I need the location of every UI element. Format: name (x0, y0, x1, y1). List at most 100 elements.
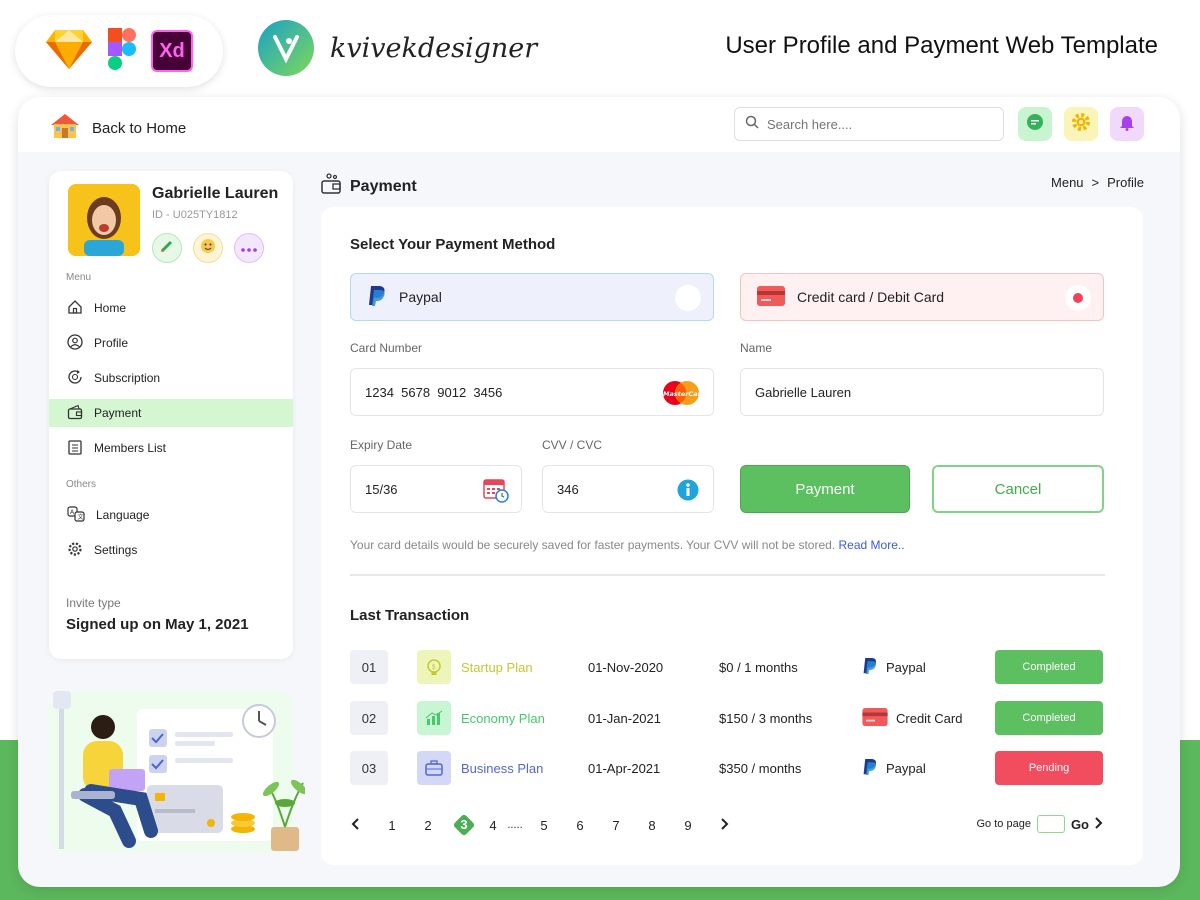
chevron-right-icon[interactable] (1095, 816, 1103, 832)
page-ellipsis: ..... (507, 819, 523, 831)
emoji-badge[interactable] (193, 233, 223, 263)
svg-text:$: $ (432, 663, 436, 671)
page-6[interactable]: 6 (562, 818, 598, 833)
breadcrumb-menu[interactable]: Menu (1051, 175, 1084, 190)
card-number-field[interactable]: MasterCard (350, 368, 714, 416)
page-3-label: 3 (460, 817, 468, 832)
sidebar: Gabrielle Lauren ID - U025TY1812 Menu Ho… (49, 171, 293, 659)
search-icon (745, 115, 759, 134)
card-radio[interactable] (1065, 285, 1091, 311)
startup-plan-icon: $ (417, 650, 451, 684)
brand-logo-icon (258, 20, 314, 76)
page-3-active[interactable]: 3 (446, 813, 482, 837)
plan-name: Startup Plan (461, 659, 533, 675)
smiley-icon (200, 238, 216, 259)
xd-icon: Xd (151, 30, 193, 72)
paypal-icon (862, 758, 878, 779)
credit-card-icon (757, 285, 785, 309)
security-note-text: Your card details would be securely save… (350, 538, 836, 552)
page-5[interactable]: 5 (526, 818, 562, 833)
go-button-label[interactable]: Go (1071, 817, 1089, 832)
sidebar-item-language[interactable]: A文 Language (49, 501, 293, 529)
sidebar-item-home[interactable]: Home (49, 294, 293, 322)
plan-name: Economy Plan (461, 710, 545, 726)
table-row[interactable]: 02 Economy Plan 01-Jan-2021 $150 / 3 mon… (350, 701, 1104, 735)
paypal-method-option[interactable]: Paypal (350, 273, 714, 321)
search-input[interactable] (767, 116, 987, 132)
paypal-label: Paypal (399, 289, 442, 305)
sidebar-item-subscription[interactable]: Subscription (49, 364, 293, 392)
top-bar: Back to Home (18, 97, 1180, 152)
pencil-icon (160, 239, 174, 258)
brand-name: kvivekdesigner (330, 32, 538, 64)
sidebar-item-members-list[interactable]: Members List (49, 434, 293, 462)
sidebar-item-label: Subscription (94, 371, 161, 385)
mastercard-logo-text: MasterCard (663, 390, 701, 398)
security-note: Your card details would be securely save… (350, 538, 905, 552)
method-label: Credit Card (896, 710, 963, 726)
pagination: 1 2 3 4 ..... 5 6 7 8 9 (350, 813, 730, 837)
home-icon (67, 299, 83, 318)
go-to-page-label: Go to page (976, 818, 1031, 830)
page-1[interactable]: 1 (374, 818, 410, 833)
sidebar-item-label: Payment (94, 406, 142, 420)
page-7[interactable]: 7 (598, 818, 634, 833)
sketch-icon (45, 28, 93, 75)
page-2[interactable]: 2 (410, 818, 446, 833)
paypal-radio[interactable] (675, 285, 701, 311)
transaction-method: Paypal (862, 650, 926, 684)
plan-name: Business Plan (461, 760, 544, 776)
radio-selected-dot (1073, 293, 1083, 303)
cancel-button[interactable]: Cancel (932, 465, 1104, 513)
transaction-price: $0 / 1 months (719, 659, 798, 675)
payment-button[interactable]: Payment (740, 465, 910, 513)
next-page-icon[interactable] (706, 817, 730, 833)
mastercard-icon: MasterCard (661, 380, 706, 409)
method-label: Paypal (886, 659, 926, 675)
status-badge: Completed (995, 650, 1103, 684)
more-dots-icon (241, 239, 257, 257)
last-transaction-title: Last Transaction (350, 607, 470, 624)
back-to-home-link[interactable]: Back to Home (50, 113, 186, 143)
settings-button[interactable] (1064, 107, 1098, 141)
more-badge[interactable] (234, 233, 264, 263)
page-4[interactable]: 4 (482, 818, 504, 833)
invite-type-value: Signed up on May 1, 2021 (66, 616, 249, 633)
back-to-home-label: Back to Home (92, 119, 187, 137)
payment-method-title: Select Your Payment Method (350, 236, 556, 253)
transaction-date: 01-Jan-2021 (588, 710, 661, 726)
chat-button[interactable] (1018, 107, 1052, 141)
name-input[interactable] (755, 384, 1103, 400)
expiry-field[interactable] (350, 465, 522, 513)
house-icon (50, 113, 80, 143)
read-more-link[interactable]: Read More.. (839, 538, 905, 552)
go-to-page-input[interactable] (1036, 815, 1065, 833)
paypal-icon (367, 285, 387, 310)
edit-badge[interactable] (152, 233, 182, 263)
info-icon[interactable] (677, 479, 699, 504)
name-field[interactable] (740, 368, 1104, 416)
illustration (49, 691, 305, 853)
card-method-option[interactable]: Credit card / Debit Card (740, 273, 1104, 321)
card-label: Credit card / Debit Card (797, 289, 945, 305)
user-id: ID - U025TY1812 (152, 209, 238, 221)
breadcrumb-profile[interactable]: Profile (1107, 175, 1144, 190)
table-row[interactable]: 03 Business Plan 01-Apr-2021 $350 / mont… (350, 751, 1104, 785)
transaction-date: 01-Nov-2020 (588, 659, 664, 675)
calendar-icon[interactable] (483, 477, 509, 506)
table-row[interactable]: 01 $ Startup Plan 01-Nov-2020 $0 / 1 mon… (350, 650, 1104, 684)
sidebar-item-label: Home (94, 301, 127, 315)
sidebar-item-profile[interactable]: Profile (49, 329, 293, 357)
transaction-price: $350 / months (719, 760, 802, 776)
status-badge: Pending (995, 751, 1103, 785)
sidebar-item-payment[interactable]: Payment (49, 399, 293, 427)
notification-button[interactable] (1110, 107, 1144, 141)
cvv-field[interactable] (542, 465, 714, 513)
row-number: 02 (350, 701, 388, 735)
sidebar-item-settings[interactable]: Settings (49, 536, 293, 564)
page-8[interactable]: 8 (634, 818, 670, 833)
search-box[interactable] (734, 107, 1004, 141)
page-9[interactable]: 9 (670, 818, 706, 833)
prev-page-icon[interactable] (350, 817, 374, 833)
invite-type-label: Invite type (66, 596, 121, 610)
